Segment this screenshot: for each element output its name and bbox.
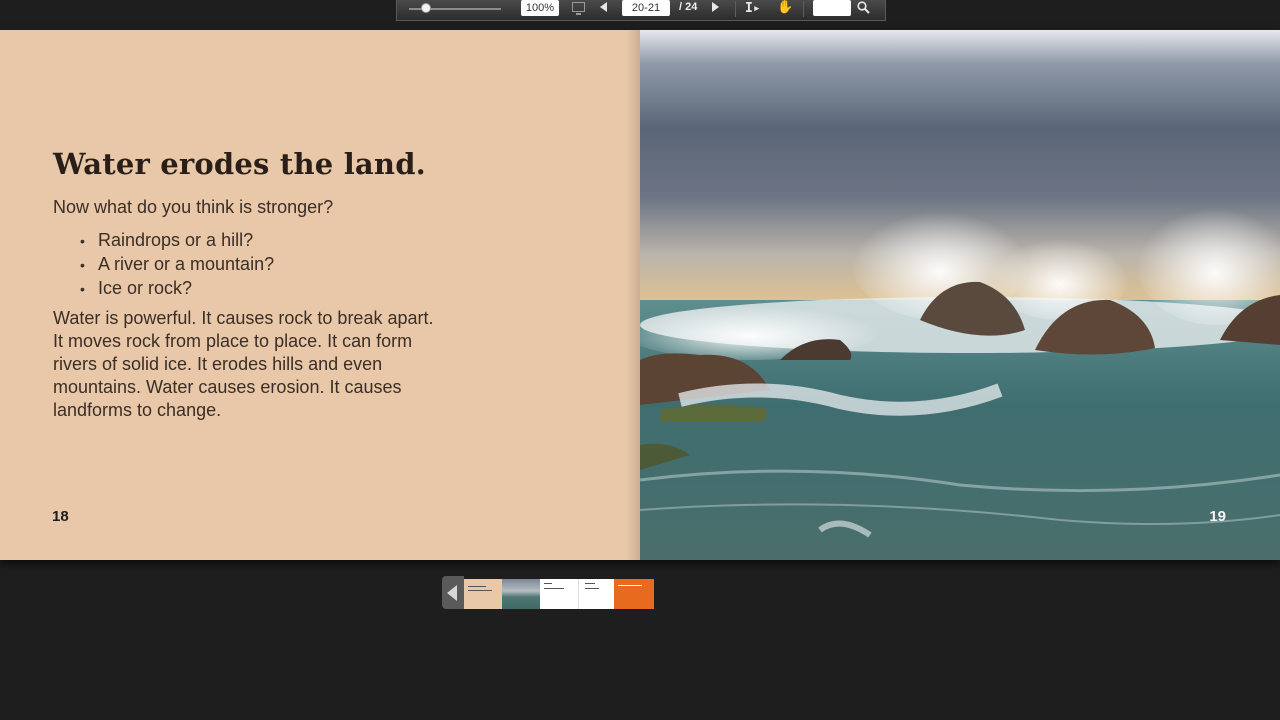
thumbnail-text-line — [585, 588, 599, 589]
thumbnail-text-line — [468, 586, 486, 587]
body-paragraph: Water is powerful. It causes rock to bre… — [53, 307, 473, 422]
list-item: Ice or rock? — [80, 277, 274, 301]
viewer-toolbar: 100% 20-21 / 24 I▸ ✋ — [396, 0, 886, 21]
toolbar-divider — [735, 1, 736, 17]
next-page-icon[interactable] — [712, 2, 719, 12]
list-item: A river or a mountain? — [80, 253, 274, 277]
list-item: Raindrops or a hill? — [80, 229, 274, 253]
thumbnail-page-22[interactable] — [614, 579, 654, 609]
paragraph-line: It moves rock from place to place. It ca… — [53, 331, 413, 351]
page-number-right: 19 — [1209, 508, 1226, 525]
thumbnail-text-line — [544, 588, 564, 589]
thumbnail-page-19[interactable] — [502, 579, 540, 609]
fullscreen-icon[interactable] — [572, 2, 585, 15]
zoom-slider-thumb[interactable] — [421, 3, 431, 13]
paragraph-line: landforms to change. — [53, 400, 222, 420]
thumbnail-text-line — [468, 590, 492, 591]
thumbnail-text-line — [618, 585, 642, 586]
hand-tool-icon[interactable]: ✋ — [777, 0, 793, 15]
right-page: 19 — [640, 30, 1280, 560]
thumbnail-strip — [442, 576, 654, 609]
page-number-left: 18 — [52, 508, 69, 525]
bullet-list: Raindrops or a hill? A river or a mounta… — [80, 229, 274, 301]
zoom-input[interactable]: 100% — [521, 0, 559, 16]
previous-page-icon[interactable] — [600, 2, 607, 12]
thumbnail-page-18[interactable] — [464, 579, 502, 609]
thumbnail-text-line — [585, 583, 595, 584]
thumbnail-prev-button[interactable] — [442, 576, 464, 609]
page-title: Water erodes the land. — [53, 147, 426, 181]
left-page: Water erodes the land. Now what do you t… — [0, 30, 640, 560]
book-spread: Water erodes the land. Now what do you t… — [0, 30, 1280, 560]
thumbnail-text-line — [544, 583, 552, 584]
page-total: / 24 — [679, 1, 698, 13]
search-icon[interactable] — [857, 1, 870, 14]
search-input[interactable] — [813, 0, 851, 16]
text-select-icon[interactable]: I▸ — [745, 1, 761, 16]
paragraph-line: mountains. Water causes erosion. It caus… — [53, 377, 402, 397]
sea-waves-photo — [640, 30, 1280, 560]
thumbnail-page-21[interactable] — [578, 579, 615, 609]
thumbnail-page-20[interactable] — [540, 579, 578, 609]
paragraph-line: rivers of solid ice. It erodes hills and… — [53, 354, 383, 374]
paragraph-line: Water is powerful. It causes rock to bre… — [53, 308, 434, 328]
question-text: Now what do you think is stronger? — [53, 197, 334, 217]
page-number-input[interactable]: 20-21 — [622, 0, 670, 16]
toolbar-divider — [803, 1, 804, 17]
